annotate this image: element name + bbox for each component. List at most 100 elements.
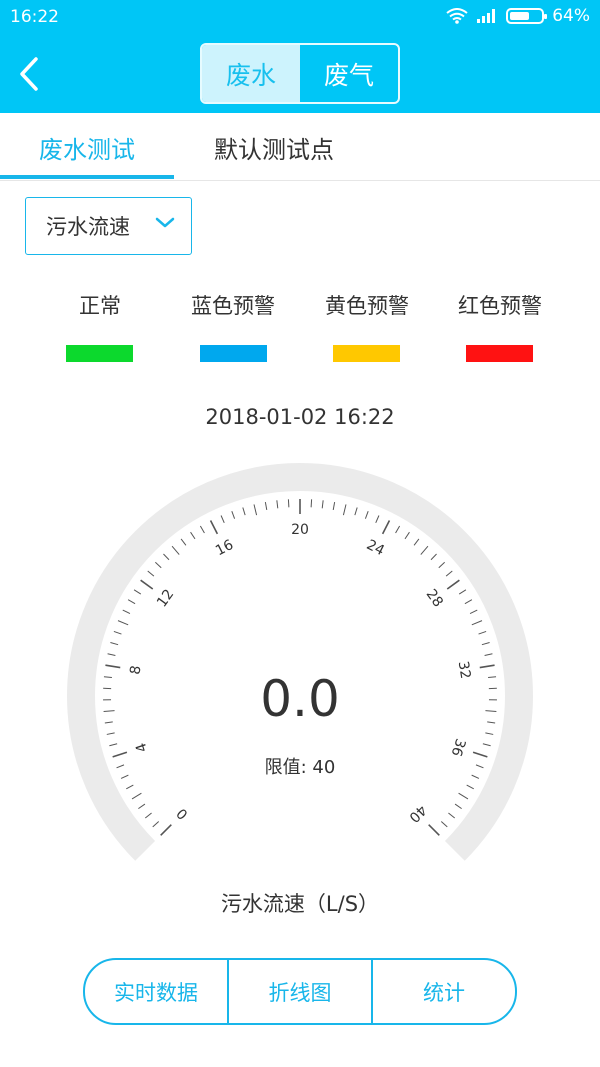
gauge-value: 0.0 (260, 670, 340, 728)
gauge-tick (242, 507, 246, 516)
gauge-tick (140, 579, 154, 590)
gauge-tick (469, 609, 478, 614)
gauge-tick (466, 784, 474, 790)
legend-label-yellow-warning: 黄色预警 (325, 294, 409, 318)
gauge-tick (199, 525, 205, 534)
gauge-tick (154, 561, 162, 569)
segment-wastewater[interactable]: 废水 (202, 45, 300, 102)
gauge-tick (127, 599, 136, 605)
metric-dropdown-value: 污水流速 (46, 215, 130, 239)
gauge-tick (428, 824, 440, 836)
gauge-tick (209, 520, 219, 535)
gauge-tick (147, 570, 155, 577)
metric-dropdown[interactable]: 污水流速 (25, 197, 192, 255)
gauge-tick (413, 538, 420, 546)
gauge-tick (231, 511, 236, 519)
gauge-tick (160, 824, 172, 836)
gauge-tick (133, 589, 142, 595)
gauge-tick (438, 561, 446, 569)
tab-bar: 废水测试 默认测试点 (0, 113, 600, 181)
gauge-tick (105, 664, 121, 669)
gauge-tick (478, 630, 487, 635)
gauge-tick (171, 545, 180, 555)
gauge-tick (482, 743, 491, 747)
legend-swatch-normal (66, 345, 133, 362)
gauge-tick (446, 579, 460, 590)
gauge-tick-label: 24 (364, 537, 387, 559)
gauge-tick (464, 599, 473, 605)
battery-icon (506, 8, 548, 24)
chevron-down-icon (155, 217, 175, 228)
gauge-tick (479, 664, 495, 669)
gauge-tick (152, 821, 160, 828)
gauge-tick (342, 504, 347, 516)
gauge-tick (106, 732, 115, 735)
gauge-tick (375, 515, 380, 524)
gauge-tick-label: 16 (213, 537, 236, 559)
gauge-tick (190, 531, 196, 540)
gauge-tick (332, 501, 336, 511)
gauge-tick (117, 620, 129, 626)
gauge-tick (253, 504, 258, 516)
wifi-icon (446, 8, 468, 24)
gauge-tick (381, 520, 391, 535)
gauge-tick (485, 732, 494, 735)
gauge-tick (454, 803, 462, 810)
gauge-tick (126, 784, 134, 790)
legend-swatch-blue-warning (200, 345, 267, 362)
gauge-tick (180, 538, 187, 546)
battery-level (510, 12, 530, 20)
gauge-tick (404, 531, 410, 540)
tab-wastewater-test[interactable]: 废水测试 (0, 113, 174, 181)
gauge-tick (430, 553, 437, 561)
gauge-tick (220, 515, 225, 524)
gauge-tick (138, 803, 146, 810)
legend-label-red-warning: 红色预警 (458, 294, 542, 318)
app-header: 16:22 64% 废水 废气 (0, 0, 600, 113)
segment-waste-gas[interactable]: 废气 (300, 45, 398, 102)
gauge-title: 污水流速（L/S） (220, 892, 380, 916)
chevron-left-icon (20, 57, 38, 91)
gauge-tick (110, 642, 119, 646)
gauge-tick (448, 812, 456, 819)
category-segmented-control: 废水 废气 (200, 43, 400, 104)
gauge-tick (354, 507, 358, 516)
gauge-tick-label: 20 (291, 522, 309, 538)
gauge-tick (445, 570, 453, 577)
gauge-tick-label: 40 (405, 801, 429, 825)
legend-label-blue-warning: 蓝色预警 (191, 294, 275, 318)
status-bar: 16:22 64% (0, 0, 600, 36)
signal-icon (477, 9, 496, 23)
statistics-button[interactable]: 统计 (371, 960, 515, 1023)
battery-percent: 64% (552, 6, 590, 26)
tab-default-test-point[interactable]: 默认测试点 (174, 113, 374, 181)
line-chart-button[interactable]: 折线图 (227, 960, 371, 1023)
gauge-tick (458, 792, 469, 800)
gauge-tick (107, 653, 116, 656)
legend-swatch-red-warning (466, 345, 533, 362)
gauge-tick (395, 525, 401, 534)
gauge-tick-label: 4 (133, 741, 151, 755)
gauge-tick (276, 500, 279, 509)
gauge-tick (484, 653, 493, 656)
active-tab-indicator (0, 175, 174, 179)
legend-swatch-yellow-warning (333, 345, 400, 362)
gauge-tick (420, 545, 429, 555)
gauge-tick (264, 501, 268, 511)
gauge-tick (440, 821, 448, 828)
status-icons: 64% (446, 6, 590, 26)
status-time: 16:22 (10, 7, 59, 27)
reading-timestamp: 2018-01-02 16:22 (205, 405, 395, 429)
gauge-tick (144, 812, 152, 819)
gauge-tick (481, 642, 490, 646)
gauge-tick (321, 500, 324, 509)
back-button[interactable] (16, 55, 48, 95)
gauge-tick (471, 620, 483, 626)
realtime-data-button[interactable]: 实时数据 (85, 960, 227, 1023)
view-switcher: 实时数据 折线图 统计 (83, 958, 517, 1025)
gauge-tick (458, 589, 467, 595)
gauge-tick (364, 511, 369, 519)
gauge-limit: 限值: 40 (264, 757, 336, 778)
gauge-tick (163, 553, 170, 561)
gauge-tick-label: 28 (423, 587, 446, 611)
